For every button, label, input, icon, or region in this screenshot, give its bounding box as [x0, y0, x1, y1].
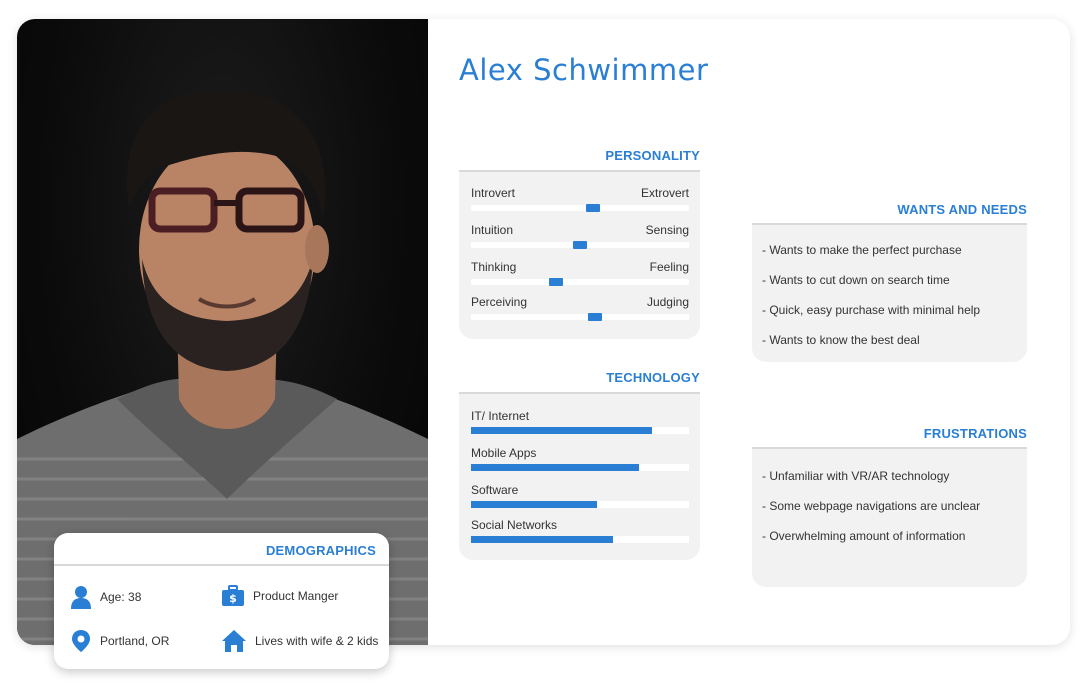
trait-left-label: Intuition	[471, 223, 514, 237]
personality-title: PERSONALITY	[605, 148, 700, 163]
house-icon	[222, 630, 246, 652]
tech-bar-fill	[471, 427, 652, 434]
wants-item: - Wants to cut down on search time	[762, 273, 950, 287]
frustrations-item: - Overwhelming amount of information	[762, 529, 966, 543]
demographics-title: DEMOGRAPHICS	[265, 543, 376, 558]
demographics-job: $ Product Manger	[221, 585, 338, 607]
svg-text:$: $	[229, 592, 237, 605]
frustrations-item: - Some webpage navigations are unclear	[762, 499, 981, 513]
demographics-age: Age: 38	[70, 585, 141, 609]
tech-label: Mobile Apps	[471, 446, 537, 460]
tech-row: Mobile Apps	[471, 446, 689, 471]
tech-bar-fill	[471, 536, 613, 543]
job-text: Product Manger	[253, 589, 339, 603]
tech-bar-track	[471, 536, 689, 543]
person-icon	[71, 586, 91, 609]
trait-left-label: Perceiving	[471, 295, 528, 309]
wants-title: WANTS AND NEEDS	[897, 202, 1027, 217]
demographics-card: DEMOGRAPHICS Age: 38 $ Product Manger Po…	[54, 533, 389, 669]
tech-row: Software	[471, 483, 689, 508]
tech-bar-track	[471, 427, 689, 434]
tech-bar-fill	[471, 464, 639, 471]
frustrations-title: FRUSTRATIONS	[923, 426, 1027, 441]
briefcase-dollar-icon: $	[222, 585, 244, 606]
trait-row: Intuition Sensing	[471, 223, 689, 249]
trait-right-label: Feeling	[649, 260, 689, 274]
frustrations-panel: - Unfamiliar with VR/AR technology - Som…	[752, 449, 1027, 587]
trait-left-label: Introvert	[471, 186, 516, 200]
tech-bar-track	[471, 501, 689, 508]
technology-panel: IT/ Internet Mobile Apps Software Social…	[459, 394, 700, 560]
personality-panel: Introvert Extrovert Intuition Sensing Thin…	[459, 172, 700, 339]
trait-slider-track	[471, 313, 689, 321]
tech-label: IT/ Internet	[471, 409, 530, 423]
wants-item: - Quick, easy purchase with minimal help	[762, 303, 981, 317]
wants-panel: - Wants to make the perfect purchase - W…	[752, 225, 1027, 362]
trait-right-label: Sensing	[645, 223, 689, 237]
tech-bar-track	[471, 464, 689, 471]
age-text: Age: 38	[100, 590, 142, 604]
trait-slider-knob	[549, 278, 563, 286]
map-pin-icon	[72, 630, 90, 652]
trait-left-label: Thinking	[471, 260, 517, 274]
tech-row: IT/ Internet	[471, 409, 689, 434]
tech-label: Software	[471, 483, 519, 497]
tech-row: Social Networks	[471, 518, 689, 543]
trait-row: Thinking Feeling	[471, 260, 689, 286]
family-text: Lives with wife & 2 kids	[255, 634, 379, 648]
trait-row: Introvert Extrovert	[471, 186, 689, 212]
tech-label: Social Networks	[471, 518, 558, 532]
frustrations-item: - Unfamiliar with VR/AR technology	[762, 469, 950, 483]
trait-slider-track	[471, 278, 689, 286]
trait-right-label: Judging	[646, 295, 689, 309]
trait-slider-track	[471, 241, 689, 249]
wants-item: - Wants to make the perfect purchase	[762, 243, 962, 257]
persona-name: Alex Schwimmer	[459, 53, 709, 87]
wants-item: - Wants to know the best deal	[762, 333, 920, 347]
trait-slider-knob	[573, 241, 587, 249]
trait-row: Perceiving Judging	[471, 295, 689, 321]
technology-title: TECHNOLOGY	[606, 370, 700, 385]
trait-slider-knob	[586, 204, 600, 212]
demographics-location: Portland, OR	[70, 629, 169, 653]
demographics-family: Lives with wife & 2 kids	[221, 629, 378, 653]
tech-bar-fill	[471, 501, 597, 508]
demographics-divider	[54, 564, 389, 566]
location-text: Portland, OR	[100, 634, 170, 648]
trait-right-label: Extrovert	[640, 186, 689, 200]
trait-slider-track	[471, 204, 689, 212]
trait-slider-knob	[588, 313, 602, 321]
